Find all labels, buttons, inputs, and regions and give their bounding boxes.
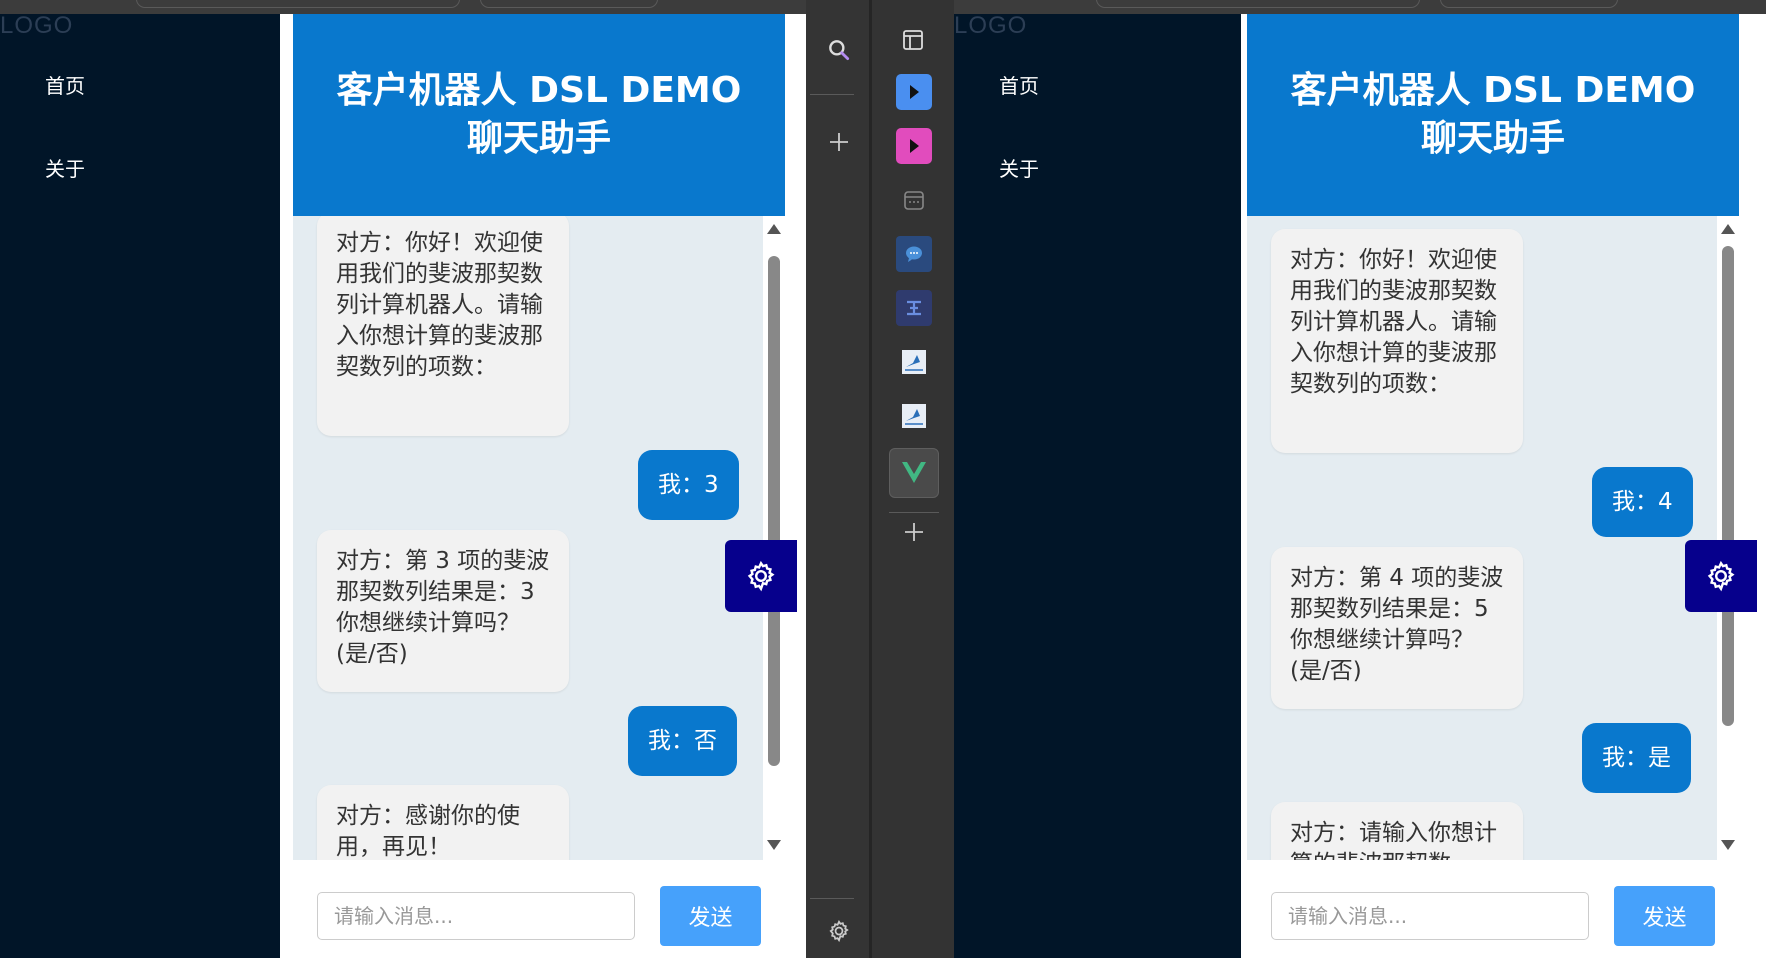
nav-item-home[interactable]: 首页 (999, 70, 1039, 99)
browser-tab[interactable] (480, 0, 658, 8)
scroll-down-arrow[interactable] (1721, 840, 1735, 850)
panel-icon[interactable] (893, 20, 933, 60)
scroll-up-arrow[interactable] (767, 224, 781, 234)
scroll-down-arrow[interactable] (767, 840, 781, 850)
search-icon[interactable] (819, 30, 859, 70)
bot-message: 对方：感谢你的使用，再见！ (317, 785, 569, 860)
divider (810, 898, 854, 899)
kite-app-icon[interactable] (896, 344, 932, 380)
chat-panel: 客户机器人 DSL DEMO 聊天助手 对方：你好！欢迎使用我们的斐波那契数列计… (293, 14, 785, 958)
scrollbar[interactable] (1717, 216, 1739, 860)
calendar-icon[interactable] (896, 182, 932, 218)
user-message: 我：否 (628, 706, 737, 776)
nav-item-home[interactable]: 首页 (45, 70, 85, 99)
sidebar: LOGO 首页 关于 (954, 14, 1241, 958)
scrollbar-thumb[interactable] (1722, 246, 1734, 726)
bot-message: 对方：你好！欢迎使用我们的斐波那契数列计算机器人。请输入你想计算的斐波那契数列的… (1271, 229, 1523, 453)
user-message: 我：4 (1592, 467, 1693, 537)
scroll-up-arrow[interactable] (1721, 224, 1735, 234)
chat-title: 客户机器人 DSL DEMO 聊天助手 (1247, 14, 1739, 216)
browser-tab[interactable] (1096, 0, 1420, 8)
divider (889, 512, 939, 513)
scrollbar-thumb[interactable] (768, 256, 780, 766)
sidebar: LOGO 首页 关于 (0, 14, 280, 958)
gear-icon (1707, 560, 1735, 592)
app-window-right: LOGO 首页 关于 客户机器人 DSL DEMO 聊天助手 对方：你好！欢迎使… (954, 14, 1766, 958)
scrollbar[interactable] (763, 216, 785, 860)
logo: LOGO (0, 14, 74, 39)
settings-float-button[interactable] (1685, 540, 1757, 612)
message-input[interactable] (1271, 892, 1589, 940)
add-icon[interactable] (896, 514, 932, 550)
bot-message: 对方：第 3 项的斐波那契数列结果是：3你想继续计算吗？(是/否) (317, 530, 569, 692)
app-dock (875, 0, 954, 958)
settings-icon[interactable] (819, 911, 859, 951)
divider (810, 94, 854, 95)
nav-item-about[interactable]: 关于 (45, 153, 85, 182)
browser-tab[interactable] (1440, 0, 1618, 8)
window-top-strip (954, 0, 1766, 14)
settings-float-button[interactable] (725, 540, 797, 612)
bot-message: 对方：第 4 项的斐波那契数列结果是：5你想继续计算吗？(是/否) (1271, 547, 1523, 709)
user-message: 我：3 (638, 450, 739, 520)
window-top-strip (0, 0, 806, 14)
text-tool-icon[interactable] (896, 290, 932, 326)
message-list: 对方：你好！欢迎使用我们的斐波那契数列计算机器人。请输入你想计算的斐波那契数列的… (1247, 216, 1717, 860)
gear-icon (747, 560, 775, 592)
bot-message: 对方：请输入你想计算的斐波那契数 (1271, 802, 1523, 860)
user-message: 我：是 (1582, 723, 1691, 793)
chat-bubble-icon[interactable] (896, 236, 932, 272)
play-pink-icon[interactable] (896, 128, 932, 164)
play-blue-icon[interactable] (896, 74, 932, 110)
input-bar: 发送 (293, 860, 785, 958)
browser-tab[interactable] (136, 0, 460, 8)
bot-message: 对方：你好！欢迎使用我们的斐波那契数列计算机器人。请输入你想计算的斐波那契数列的… (317, 216, 569, 436)
logo: LOGO (954, 14, 1028, 39)
vue-icon[interactable] (889, 448, 939, 498)
screen: LOGO 首页 关于 客户机器人 DSL DEMO 聊天助手 对方：你好！欢迎使… (0, 0, 1766, 958)
chat-title: 客户机器人 DSL DEMO 聊天助手 (293, 14, 785, 216)
chat-panel: 客户机器人 DSL DEMO 聊天助手 对方：你好！欢迎使用我们的斐波那契数列计… (1247, 14, 1739, 958)
add-icon[interactable] (819, 122, 859, 162)
message-input[interactable] (317, 892, 635, 940)
app-window-left: LOGO 首页 关于 客户机器人 DSL DEMO 聊天助手 对方：你好！欢迎使… (0, 14, 806, 958)
activity-bar (806, 0, 872, 958)
kite-app-icon[interactable] (896, 398, 932, 434)
send-button[interactable]: 发送 (660, 886, 761, 946)
nav-item-about[interactable]: 关于 (999, 153, 1039, 182)
input-bar: 发送 (1247, 860, 1739, 958)
send-button[interactable]: 发送 (1614, 886, 1715, 946)
message-list: 对方：你好！欢迎使用我们的斐波那契数列计算机器人。请输入你想计算的斐波那契数列的… (293, 216, 763, 860)
